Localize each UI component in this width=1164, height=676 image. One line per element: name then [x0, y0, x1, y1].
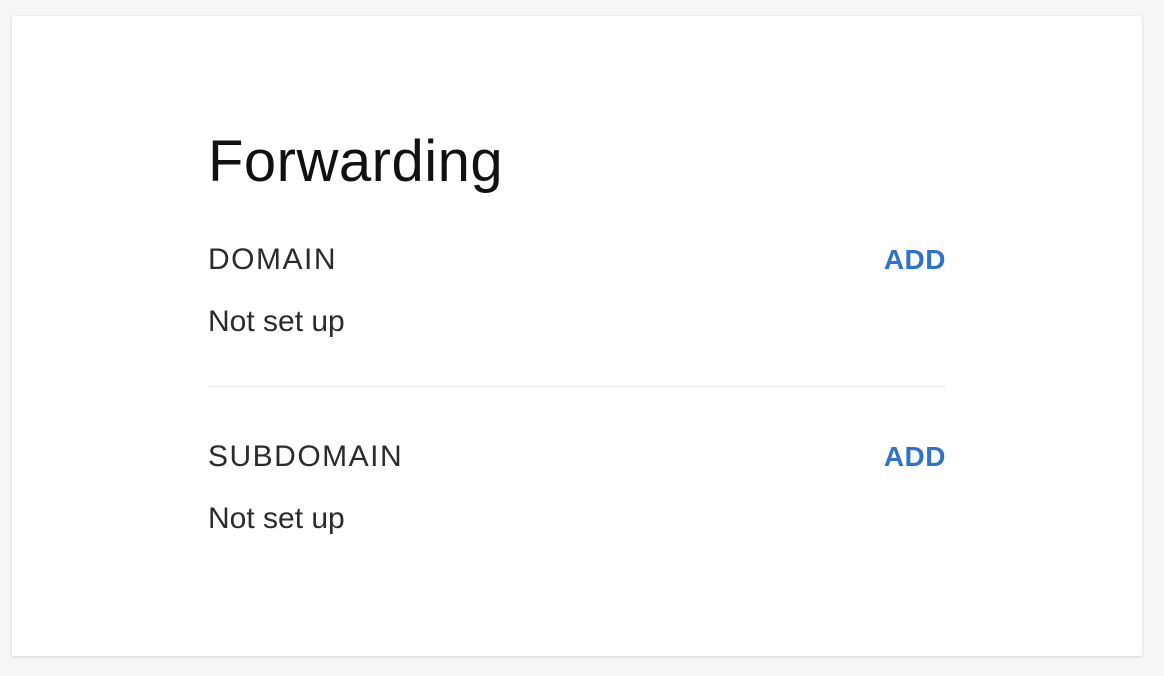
forwarding-content: Forwarding DOMAIN ADD Not set up SUBDOMA…: [208, 126, 946, 537]
add-subdomain-button[interactable]: ADD: [884, 441, 946, 473]
page-title: Forwarding: [208, 129, 504, 194]
domain-header-row: DOMAIN ADD: [208, 242, 946, 278]
domain-status: Not set up: [208, 305, 345, 338]
domain-label: DOMAIN: [208, 243, 337, 276]
domain-section: DOMAIN ADD Not set up: [208, 242, 946, 340]
subdomain-status: Not set up: [208, 502, 345, 535]
subdomain-section: SUBDOMAIN ADD Not set up: [208, 439, 946, 537]
subdomain-label: SUBDOMAIN: [208, 440, 404, 473]
forwarding-card: Forwarding DOMAIN ADD Not set up SUBDOMA…: [12, 16, 1142, 656]
add-domain-button[interactable]: ADD: [884, 244, 946, 276]
subdomain-header-row: SUBDOMAIN ADD: [208, 439, 946, 475]
section-divider: [208, 386, 946, 387]
